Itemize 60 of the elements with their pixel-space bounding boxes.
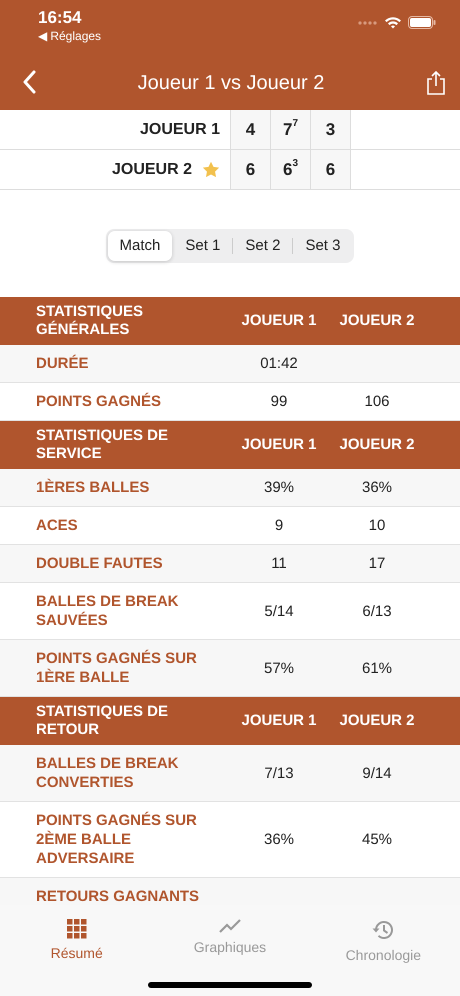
set-score: 4 (230, 110, 270, 149)
stat-label: POINTS GAGNÉS (36, 392, 162, 411)
stat-label: BALLES DE BREAK SAUVÉES (36, 592, 180, 630)
section-title: STATISTIQUES GÉNÉRALES (36, 303, 144, 339)
column-header: JOUEUR 1 (240, 310, 318, 331)
back-button[interactable] (22, 70, 36, 95)
player-name: JOUEUR 2 (112, 160, 192, 180)
player-name: JOUEUR 1 (140, 120, 220, 140)
stat-label: 1ÈRES BALLES (36, 478, 150, 497)
column-header: JOUEUR 2 (338, 434, 416, 455)
stat-value: 10 (368, 516, 386, 535)
stat-value: 45% (360, 830, 394, 849)
stat-value: 9 (274, 516, 284, 535)
share-button[interactable] (426, 70, 446, 96)
stat-label: BALLES DE BREAK CONVERTIES (36, 754, 180, 792)
signal-icon (358, 20, 378, 24)
set-score: 6 (310, 150, 350, 189)
back-to-app-link[interactable]: ◀ Réglages (38, 28, 102, 44)
tab-bar-item[interactable]: Résumé (0, 919, 154, 971)
stat-value: 11 (270, 554, 288, 573)
segment-tab[interactable]: Set 3 (293, 231, 352, 261)
stat-value: 01:42 (259, 354, 299, 373)
stat-label: POINTS GAGNÉS SUR 1ÈRE BALLE (36, 649, 198, 687)
stat-value: 36% (262, 830, 296, 849)
screen-title: Joueur 1 vs Joueur 2 (138, 70, 324, 96)
segment-tab[interactable]: Set 1 (173, 231, 232, 261)
line-chart-icon (218, 919, 241, 933)
stat-value: 57% (262, 658, 296, 678)
stat-value: 17 (368, 554, 386, 573)
set-score: 7$^{7}$ (270, 110, 310, 149)
stat-value: 39% (262, 478, 296, 497)
section-title: STATISTIQUES DE RETOUR (36, 703, 169, 739)
battery-icon (408, 16, 436, 29)
column-header: JOUEUR 2 (338, 710, 416, 731)
column-header: JOUEUR 2 (338, 310, 416, 331)
wifi-icon (384, 16, 402, 29)
stat-value: 36% (360, 478, 394, 497)
set-score: 3 (310, 110, 350, 149)
segment-tab[interactable]: Set 2 (233, 231, 292, 261)
stat-label: DURÉE (36, 354, 90, 373)
stat-label: POINTS GAGNÉS SUR 2ÈME BALLE ADVERSAIRE (36, 811, 198, 868)
history-icon (371, 919, 396, 941)
grid-icon (66, 919, 87, 939)
stat-value: 106 (363, 392, 391, 411)
column-header: JOUEUR 1 (240, 710, 318, 731)
stat-value: 6/13 (361, 602, 393, 620)
column-header: JOUEUR 1 (240, 434, 318, 455)
stat-value: 7/13 (263, 764, 295, 782)
stat-value: 9/14 (361, 764, 393, 782)
set-score: 6 (230, 150, 270, 189)
stat-label: DOUBLE FAUTES (36, 554, 164, 573)
stat-value: 99 (270, 392, 288, 411)
stat-value: 61% (360, 658, 394, 678)
section-title: STATISTIQUES DE SERVICE (36, 427, 169, 463)
status-time: 16:54 (38, 8, 82, 28)
stat-label: ACES (36, 516, 79, 535)
segment-tab[interactable]: Match (108, 231, 172, 261)
set-score: 6$^{3}$ (270, 150, 310, 189)
stat-value: 5/14 (263, 602, 295, 620)
stat-label: RETOURS GAGNANTS (36, 887, 200, 905)
